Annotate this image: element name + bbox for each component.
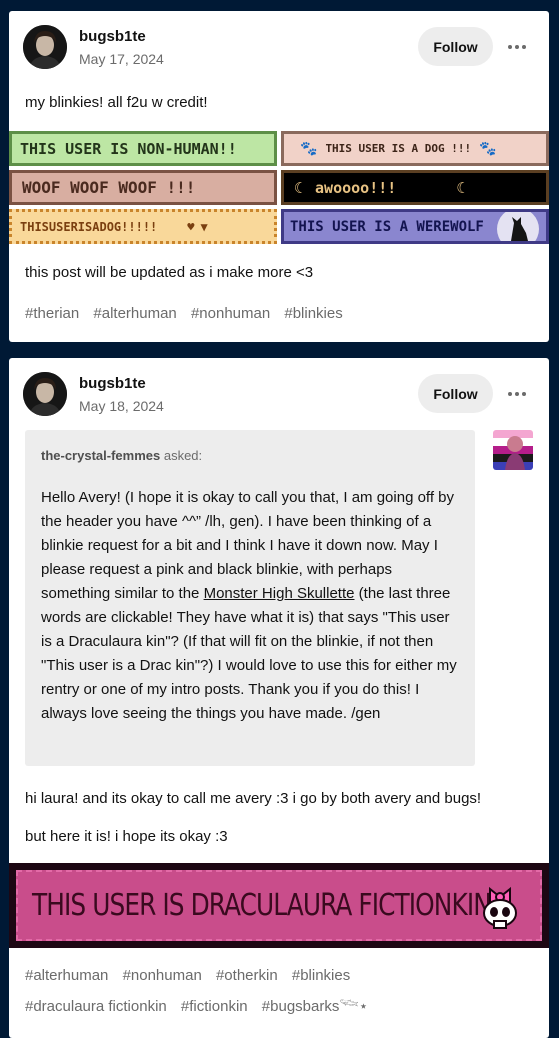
post-date[interactable]: May 17, 2024 [79,51,164,67]
question-link[interactable]: Monster High Skullette [204,585,355,602]
blinkie-text: WOOF WOOF WOOF !!! [22,178,196,197]
question-text: Hello Avery! (I hope it is okay to call … [41,486,459,726]
tag[interactable]: #blinkies [284,305,342,322]
tag-list: #therian #alterhuman #nonhuman #blinkies [25,305,353,322]
more-options-icon[interactable] [505,35,529,59]
post-date[interactable]: May 18, 2024 [79,398,164,414]
asker-line: the-crystal-femmes asked: [41,448,202,463]
tag-list: #alterhuman #nonhuman #otherkin #blinkie… [25,967,360,984]
post-footer-text: this post will be updated as i make more… [25,264,314,281]
more-options-icon[interactable] [505,382,529,406]
blinkie-text: THIS USER IS A WEREWOLF [290,218,484,235]
paw-icon: 🐾 [300,140,318,157]
blinkie-image: WOOF WOOF WOOF !!! [9,170,277,205]
wolf-icon [497,212,539,241]
answer-text: hi laura! and its okay to call me avery … [25,790,482,807]
asked-label: asked: [163,448,203,463]
username[interactable]: bugsb1te [79,375,146,392]
paw-icon: 🐾 [479,140,497,157]
asker-avatar[interactable] [493,430,533,470]
tag[interactable]: #alterhuman [93,305,176,322]
dog-icon: ▼ [200,219,208,234]
blinkie-text: THIS USER IS DRACULAURA FICTIONKIN [32,888,492,923]
ask-box: the-crystal-femmes asked: Hello Avery! (… [25,430,475,766]
tag[interactable]: #bugsbarks𓆝⋆ [262,998,368,1015]
blinkie-image: 🐾 THIS USER IS A DOG !!! 🐾 [281,131,549,166]
tag[interactable]: #therian [25,305,79,322]
blinkie-text: THISUSERISADOG!!!!! [20,219,158,234]
tag[interactable]: #alterhuman [25,967,108,984]
question-text-part: (the last three words are clickable! The… [41,585,457,722]
tag[interactable]: #otherkin [216,967,278,984]
heart-icon: ♥ [187,219,195,234]
tag[interactable]: #nonhuman [123,967,202,984]
post-header: bugsb1te May 18, 2024 Follow [9,358,549,438]
blinkie-image: THISUSERISADOG!!!!! ♥ ▼ [9,209,277,244]
blinkie-text: THIS USER IS A DOG !!! [325,142,472,155]
post-card: bugsb1te May 18, 2024 Follow the-crystal… [9,358,549,1038]
blinkie-image: ☾ awoooo!!! ☾ [281,170,549,205]
tag[interactable]: #draculaura fictionkin [25,998,167,1015]
post-header: bugsb1te May 17, 2024 Follow [9,11,549,91]
tag[interactable]: #blinkies [292,967,350,984]
blinkie-image: THIS USER IS DRACULAURA FICTIONKIN [9,863,549,948]
blinkie-text: awoooo!!! [315,178,397,197]
avatar[interactable] [23,25,67,69]
username[interactable]: bugsb1te [79,28,146,45]
post-card: bugsb1te May 17, 2024 Follow my blinkies… [9,11,549,342]
moon-icon: ☾ [456,178,466,197]
follow-button[interactable]: Follow [418,374,493,413]
avatar[interactable] [23,372,67,416]
tag[interactable]: #nonhuman [191,305,270,322]
moon-icon: ☾ [294,178,304,197]
tag[interactable]: #fictionkin [181,998,248,1015]
post-body-text: my blinkies! all f2u w credit! [25,94,208,111]
blinkie-image: THIS USER IS A WEREWOLF [281,209,549,244]
follow-button[interactable]: Follow [418,27,493,66]
blinkie-text: THIS USER IS NON-HUMAN!! [20,139,237,158]
blinkie-image: THIS USER IS NON-HUMAN!! [9,131,277,166]
skullette-icon [483,886,517,929]
answer-text: but here it is! i hope its okay :3 [25,828,228,845]
asker-name[interactable]: the-crystal-femmes [41,448,160,463]
tag-list: #draculaura fictionkin #fictionkin #bugs… [25,991,378,1016]
